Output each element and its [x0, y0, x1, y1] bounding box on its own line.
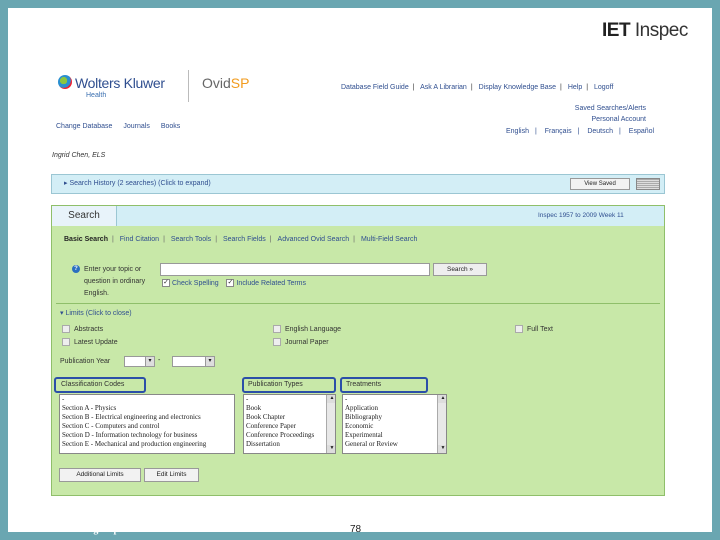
- list-item[interactable]: Book: [244, 404, 335, 413]
- link-help[interactable]: Help: [568, 84, 582, 91]
- user-name: Ingrid Chen, ELS: [52, 152, 106, 159]
- link-logoff[interactable]: Logoff: [594, 84, 613, 91]
- link-personal-account[interactable]: Personal Account: [592, 116, 646, 123]
- page-number: 78: [350, 524, 362, 535]
- pubtypes-listbox[interactable]: - Book Book Chapter Conference Paper Con…: [243, 394, 336, 454]
- limit-full-text[interactable]: Full Text: [515, 325, 553, 333]
- include-related-label: Include Related Terms: [236, 279, 307, 287]
- list-item[interactable]: Book Chapter: [244, 413, 335, 422]
- link-ask-a-librarian[interactable]: Ask A Librarian: [420, 84, 467, 91]
- pubtypes-scrollbar[interactable]: ▲ ▼: [326, 395, 335, 453]
- search-tab[interactable]: Search: [52, 206, 117, 226]
- scroll-up-icon[interactable]: ▲: [327, 395, 335, 403]
- search-panel: Search Inspec 1957 to 2009 Week 11 Basic…: [51, 205, 665, 496]
- journal-paper-checkbox[interactable]: [273, 338, 281, 346]
- list-item[interactable]: Application: [343, 404, 446, 413]
- additional-limits-button[interactable]: Additional Limits: [59, 468, 141, 482]
- limit-english-language[interactable]: English Language: [273, 325, 341, 333]
- wolters-kluwer-health: Health: [86, 92, 107, 99]
- scroll-down-icon[interactable]: ▼: [327, 445, 335, 453]
- list-item[interactable]: Economic: [343, 422, 446, 431]
- search-mode-tabs: Basic Search | Find Citation | Search Tool…: [60, 236, 421, 243]
- limit-latest-update[interactable]: Latest Update: [62, 338, 118, 346]
- limits-toggle[interactable]: ▾ Limits (Click to close): [60, 309, 132, 317]
- wolters-kluwer-logo-icon: [58, 75, 72, 89]
- list-item[interactable]: -: [60, 395, 234, 404]
- list-item[interactable]: Section C - Computers and control: [60, 422, 234, 431]
- search-history-bar[interactable]: ▸ Search History (2 searches) (Click to …: [51, 174, 665, 194]
- iet-inspec-logo: IET Inspec: [602, 20, 688, 41]
- list-item[interactable]: Dissertation: [244, 440, 335, 449]
- link-journals[interactable]: Journals: [123, 123, 149, 130]
- year-to-select[interactable]: ▾: [172, 356, 215, 367]
- search-button[interactable]: Search »: [433, 263, 487, 276]
- search-prompt: Enter your topic or question in ordinary…: [84, 266, 146, 297]
- link-books[interactable]: Books: [161, 123, 180, 130]
- limit-abstracts[interactable]: Abstracts: [62, 325, 103, 333]
- search-input[interactable]: [160, 263, 430, 276]
- list-item[interactable]: Section E - Mechanical and production en…: [60, 440, 234, 449]
- lang-francais[interactable]: Français: [545, 128, 572, 135]
- year-dash: -: [158, 357, 161, 364]
- footer-url: www.theiet.org/inspec: [34, 524, 128, 535]
- limit-journal-paper[interactable]: Journal Paper: [273, 338, 329, 346]
- abstracts-checkbox[interactable]: [62, 325, 70, 333]
- nav-links: Change Database Journals Books: [56, 123, 189, 130]
- list-item[interactable]: Section D - Information technology for b…: [60, 431, 234, 440]
- list-item[interactable]: Section A - Physics: [60, 404, 234, 413]
- lang-espanol[interactable]: Español: [629, 128, 654, 135]
- list-item[interactable]: Section B - Electrical engineering and e…: [60, 413, 234, 422]
- list-item[interactable]: General or Review: [343, 440, 446, 449]
- check-spelling-label: Check Spelling: [172, 279, 219, 287]
- treatments-label: Treatments: [346, 381, 382, 388]
- top-links: Database Field Guide | Ask A Librarian | D…: [341, 84, 614, 91]
- classification-label: Classification Codes: [61, 381, 125, 388]
- lang-english[interactable]: English: [506, 128, 529, 135]
- history-grip-icon[interactable]: [636, 178, 660, 190]
- wolters-kluwer-name: Wolters Kluwer: [75, 75, 165, 91]
- tab-search-fields[interactable]: Search Fields: [219, 236, 270, 243]
- ovidsp-logo: OvidSP: [202, 75, 250, 91]
- search-options: ✓ Check Spelling ✓ Include Related Terms: [162, 279, 306, 287]
- list-item[interactable]: Experimental: [343, 431, 446, 440]
- logo-divider: [188, 70, 189, 102]
- search-history-toggle[interactable]: ▸ Search History (2 searches) (Click to …: [64, 179, 211, 187]
- language-links: English | Français | Deutsch | Español: [506, 128, 655, 135]
- view-saved-button[interactable]: View Saved: [570, 178, 630, 190]
- check-spelling-checkbox[interactable]: ✓: [162, 279, 170, 287]
- year-from-select[interactable]: ▾: [124, 356, 155, 367]
- edit-limits-button[interactable]: Edit Limits: [144, 468, 199, 482]
- list-item[interactable]: Conference Paper: [244, 422, 335, 431]
- publication-year-label: Publication Year: [60, 358, 111, 365]
- treatments-listbox[interactable]: - Application Bibliography Economic Expe…: [342, 394, 447, 454]
- scroll-down-icon[interactable]: ▼: [438, 445, 446, 453]
- classification-listbox[interactable]: - Section A - Physics Section B - Electr…: [59, 394, 235, 454]
- tab-basic-search[interactable]: Basic Search: [60, 236, 112, 243]
- english-language-checkbox[interactable]: [273, 325, 281, 333]
- chevron-down-icon: ▾: [145, 357, 154, 366]
- chevron-down-icon: ▾: [205, 357, 214, 366]
- link-change-database[interactable]: Change Database: [56, 123, 112, 130]
- full-text-checkbox[interactable]: [515, 325, 523, 333]
- list-item[interactable]: Conference Proceedings: [244, 431, 335, 440]
- link-database-field-guide[interactable]: Database Field Guide: [341, 84, 409, 91]
- tab-find-citation[interactable]: Find Citation: [116, 236, 163, 243]
- scroll-up-icon[interactable]: ▲: [438, 395, 446, 403]
- tab-multi-field-search[interactable]: Multi-Field Search: [357, 236, 421, 243]
- lang-deutsch[interactable]: Deutsch: [587, 128, 613, 135]
- list-item[interactable]: -: [244, 395, 335, 404]
- limits-divider: [56, 303, 660, 304]
- link-display-knowledge-base[interactable]: Display Knowledge Base: [479, 84, 556, 91]
- pubtypes-label: Publication Types: [248, 381, 303, 388]
- tab-advanced-ovid-search[interactable]: Advanced Ovid Search: [274, 236, 354, 243]
- help-icon[interactable]: ?: [72, 265, 80, 273]
- latest-update-checkbox[interactable]: [62, 338, 70, 346]
- tab-search-tools[interactable]: Search Tools: [167, 236, 215, 243]
- list-item[interactable]: Bibliography: [343, 413, 446, 422]
- include-related-checkbox[interactable]: ✓: [226, 279, 235, 287]
- treatments-scrollbar[interactable]: ▲ ▼: [437, 395, 446, 453]
- list-item[interactable]: -: [343, 395, 446, 404]
- link-saved-searches[interactable]: Saved Searches/Alerts: [575, 105, 646, 112]
- database-label: Inspec 1957 to 2009 Week 11: [538, 212, 624, 219]
